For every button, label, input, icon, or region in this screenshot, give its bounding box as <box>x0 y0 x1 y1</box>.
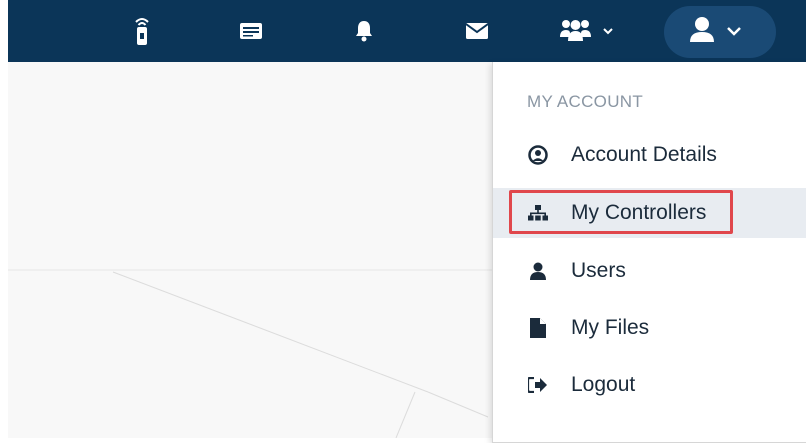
chevron-down-icon <box>727 27 741 36</box>
menu-item-my-controllers[interactable]: My Controllers <box>493 188 806 238</box>
top-navbar <box>8 0 806 62</box>
menu-item-label: Account Details <box>571 143 717 166</box>
users-icon <box>560 20 613 41</box>
file-icon <box>527 317 549 339</box>
menu-item-label: My Controllers <box>571 201 707 224</box>
user-icon <box>690 17 741 42</box>
menu-item-label: My Files <box>571 316 650 339</box>
menu-item-label: Logout <box>571 373 636 396</box>
remote-icon[interactable] <box>130 16 154 46</box>
account-menu-button[interactable] <box>664 6 776 58</box>
sitemap-icon <box>527 202 549 224</box>
list-icon[interactable] <box>236 16 266 46</box>
bell-icon[interactable] <box>350 16 378 46</box>
chevron-down-icon <box>603 28 613 35</box>
account-dropdown-menu: MY ACCOUNT Account Details My Controller… <box>492 62 806 443</box>
menu-item-users[interactable]: Users <box>493 246 806 296</box>
envelope-icon[interactable] <box>462 16 492 46</box>
user-circle-icon <box>527 144 549 166</box>
menu-item-logout[interactable]: Logout <box>493 360 806 410</box>
menu-item-account-details[interactable]: Account Details <box>493 130 806 180</box>
users-menu-button[interactable] <box>558 16 622 46</box>
sign-out-icon <box>527 374 549 396</box>
user-icon <box>527 260 549 282</box>
menu-item-my-files[interactable]: My Files <box>493 303 806 353</box>
menu-item-label: Users <box>571 259 626 282</box>
dropdown-header: MY ACCOUNT <box>527 92 644 111</box>
